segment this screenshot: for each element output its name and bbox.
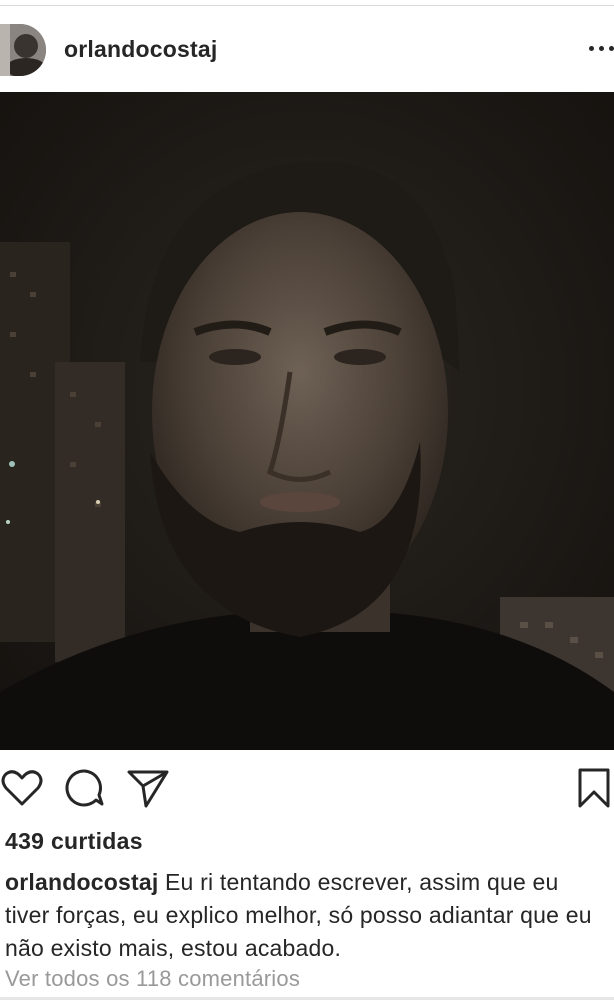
post-photo[interactable] <box>0 92 614 750</box>
likes-count[interactable]: 439 curtidas <box>5 828 143 855</box>
post-caption: orlandocostaj Eu ri tentando escrever, a… <box>5 866 605 965</box>
action-bar <box>0 752 614 824</box>
dot <box>599 45 604 51</box>
avatar-image <box>0 24 46 76</box>
dot <box>589 45 594 51</box>
comment-bubble-icon[interactable] <box>62 766 106 810</box>
post-username[interactable]: orlandocostaj <box>64 36 217 63</box>
caption-username[interactable]: orlandocostaj <box>5 869 158 895</box>
post-header: orlandocostaj <box>0 6 614 92</box>
heart-icon[interactable] <box>0 766 44 810</box>
paper-plane-icon[interactable] <box>126 766 170 810</box>
bookmark-icon[interactable] <box>574 766 614 810</box>
avatar[interactable] <box>0 24 46 76</box>
dot <box>609 45 614 51</box>
photo-image <box>0 92 614 750</box>
more-dots-icon[interactable] <box>580 34 614 62</box>
view-all-comments-link[interactable]: Ver todos os 118 comentários <box>5 966 300 992</box>
